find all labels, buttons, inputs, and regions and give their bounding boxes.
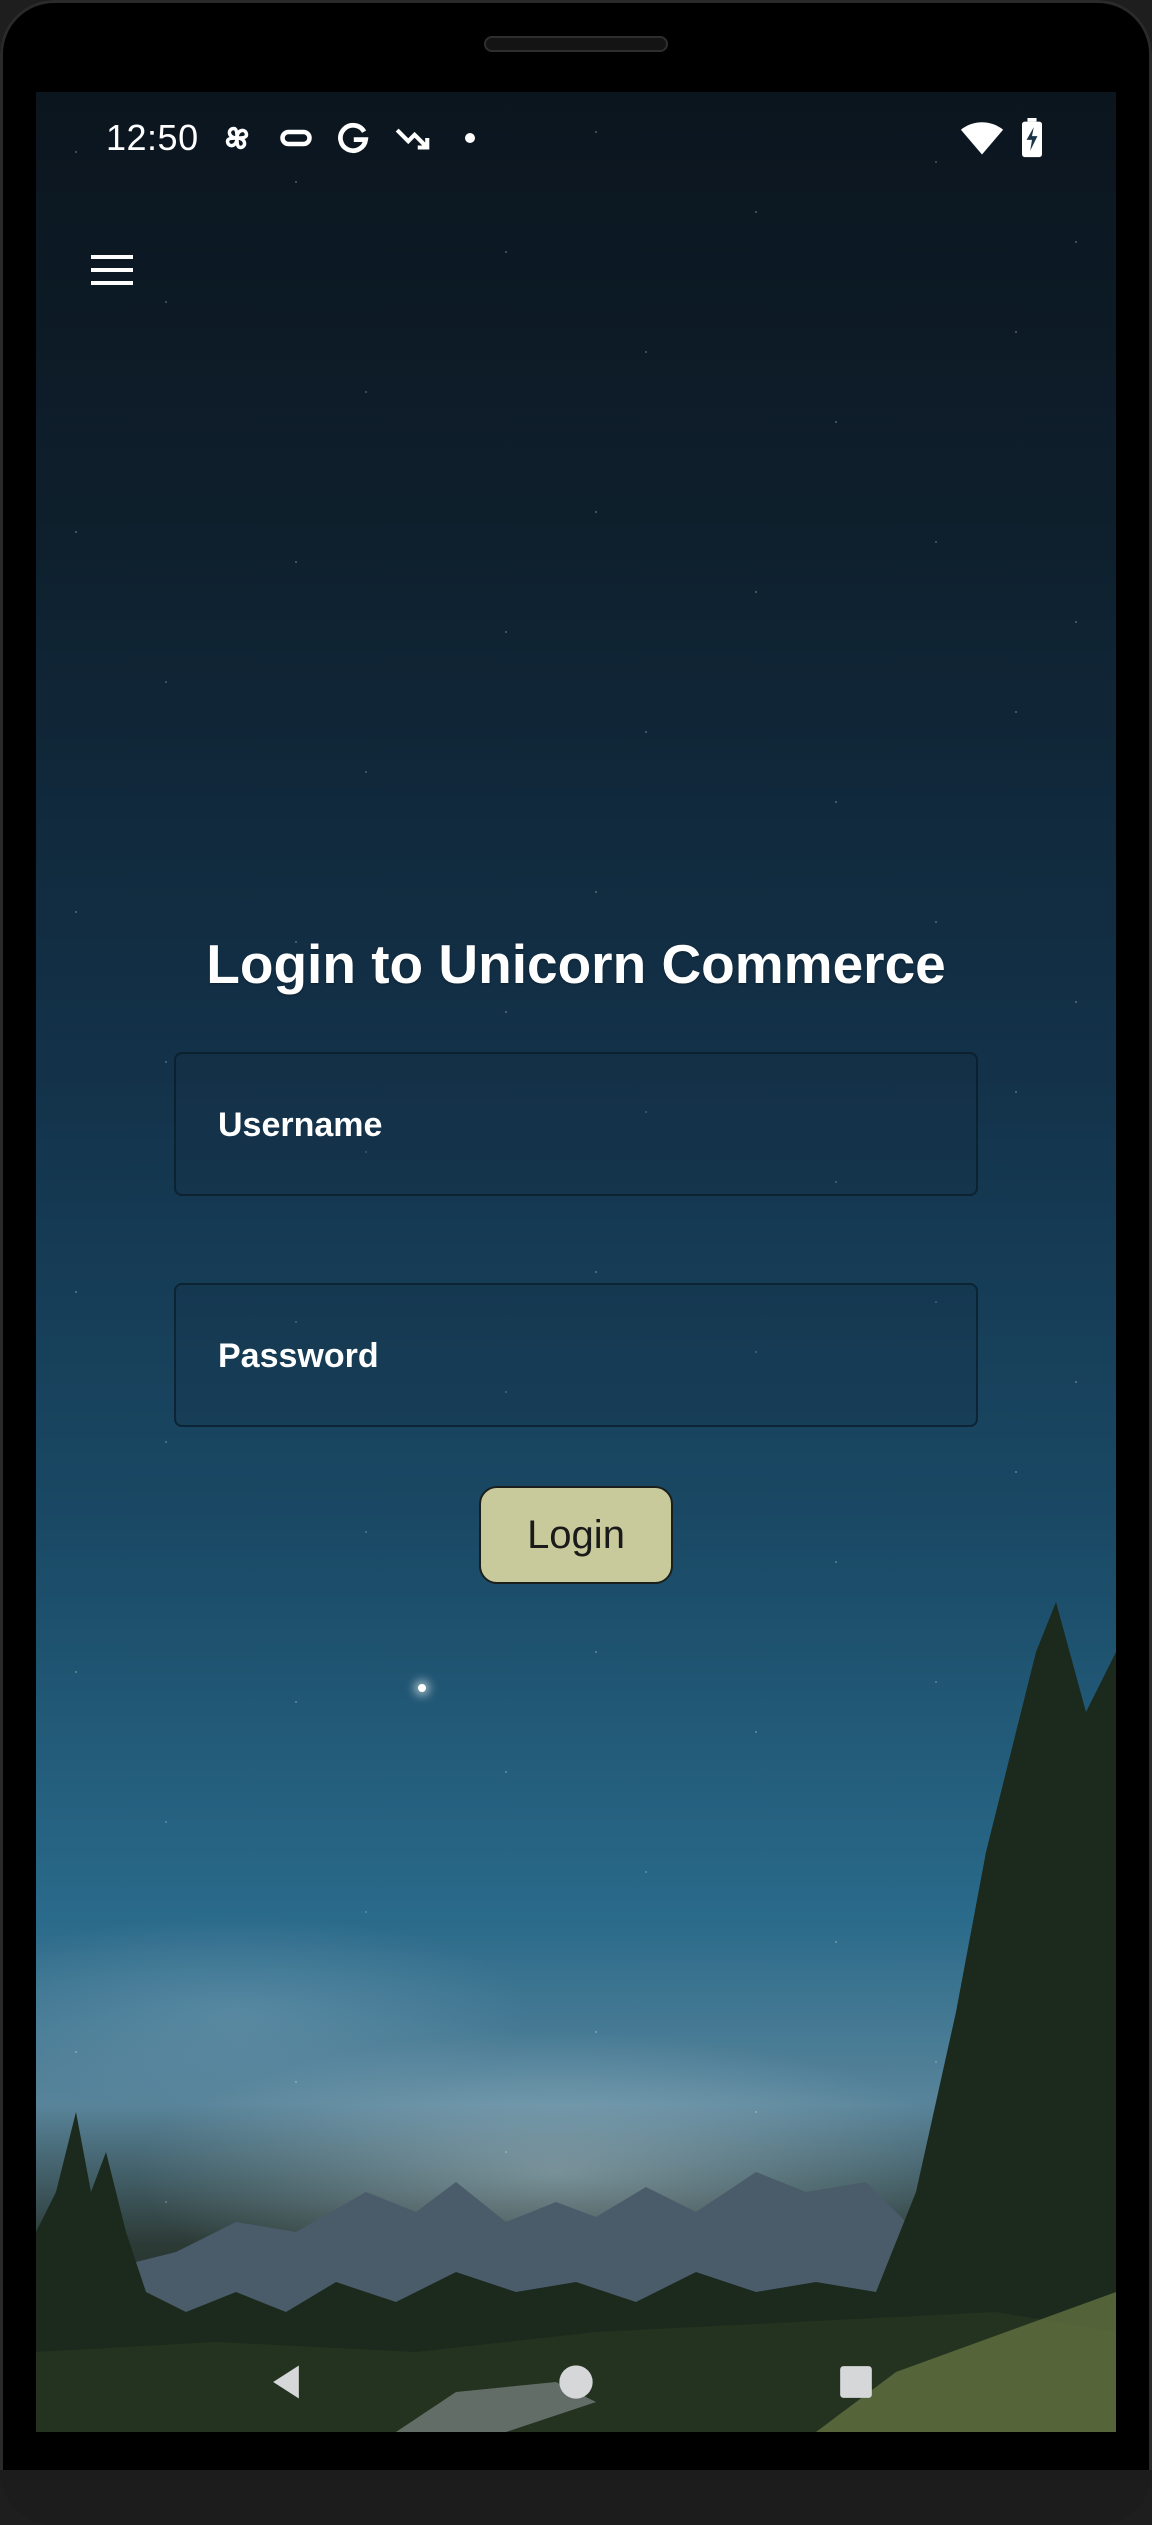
back-button[interactable] bbox=[254, 2350, 318, 2414]
wifi-icon bbox=[960, 118, 1004, 158]
status-time: 12:50 bbox=[106, 117, 199, 158]
pinwheel-icon bbox=[218, 118, 256, 158]
login-title: Login to Unicorn Commerce bbox=[206, 933, 946, 995]
hamburger-menu-button[interactable] bbox=[84, 242, 140, 298]
phone-frame: 12:50 Login to Unicorn Commerce Username… bbox=[0, 0, 1152, 2525]
password-field[interactable] bbox=[174, 1283, 978, 1427]
username-input[interactable] bbox=[216, 1054, 940, 1196]
mountain-forest-landscape bbox=[36, 1602, 1116, 2432]
screen: 12:50 Login to Unicorn Commerce Username… bbox=[36, 92, 1116, 2432]
status-bar: 12:50 bbox=[36, 92, 1116, 192]
recents-button[interactable] bbox=[824, 2350, 888, 2414]
back-icon bbox=[273, 2365, 299, 2399]
speaker-grille bbox=[484, 36, 668, 52]
home-icon bbox=[559, 2365, 593, 2399]
username-field[interactable] bbox=[174, 1052, 978, 1196]
hamburger-menu-icon bbox=[91, 255, 133, 285]
navigation-bar bbox=[36, 2332, 1116, 2432]
recents-icon bbox=[840, 2366, 872, 2398]
password-input[interactable] bbox=[216, 1285, 940, 1427]
google-icon bbox=[334, 118, 372, 158]
pill-icon bbox=[278, 118, 314, 158]
battery-charging-icon bbox=[1020, 118, 1044, 158]
bottom-bezel bbox=[0, 2470, 1152, 2525]
login-button[interactable]: Login bbox=[479, 1486, 673, 1584]
trending-down-icon bbox=[394, 118, 432, 158]
dot-icon bbox=[464, 118, 476, 158]
home-button[interactable] bbox=[544, 2350, 608, 2414]
